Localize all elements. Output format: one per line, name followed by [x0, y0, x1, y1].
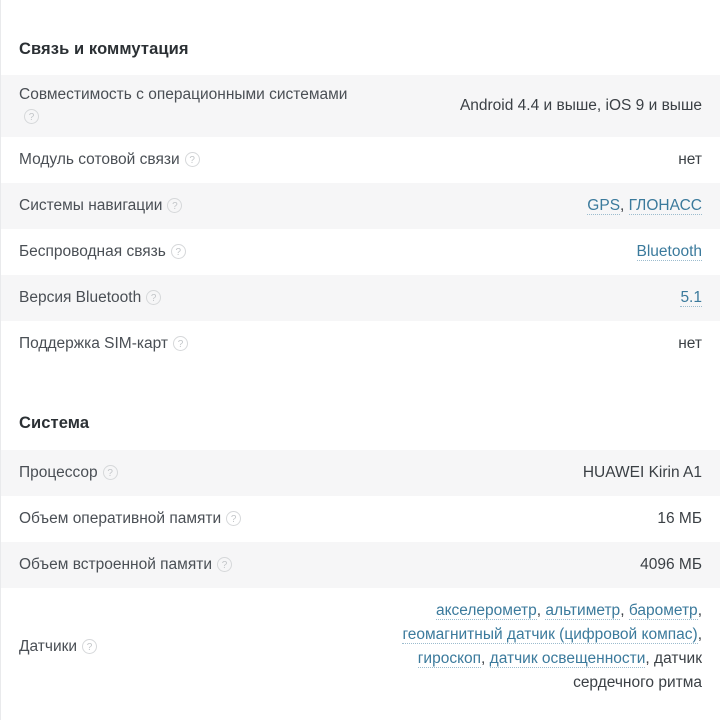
- spec-value: Bluetooth: [200, 241, 702, 263]
- help-icon[interactable]: ?: [184, 151, 200, 167]
- value-separator: ,: [697, 601, 702, 619]
- table-row: Версия Bluetooth? 5.1: [1, 274, 720, 321]
- section-gap: [1, 366, 720, 411]
- value-link[interactable]: 5.1: [680, 288, 702, 307]
- spec-value: нет: [678, 150, 702, 168]
- help-icon[interactable]: ?: [167, 197, 183, 213]
- spec-label: Процессор?: [19, 462, 118, 484]
- value-link[interactable]: Bluetooth: [636, 242, 702, 261]
- value-link[interactable]: гироскоп: [417, 650, 482, 668]
- help-icon[interactable]: ?: [146, 289, 162, 305]
- spec-value: 5.1: [175, 287, 702, 309]
- help-icon[interactable]: ?: [82, 639, 98, 654]
- spec-value: 4096 МБ: [640, 556, 702, 573]
- value-link[interactable]: геомагнитный датчик (цифровой компас): [402, 625, 698, 644]
- spec-label: Беспроводная связь?: [19, 241, 186, 263]
- table-row: Объем оперативной памяти? 16 МБ: [1, 496, 720, 542]
- spec-label: Поддержка SIM-карт?: [19, 333, 189, 355]
- spec-label: Объем оперативной памяти?: [19, 508, 242, 530]
- value-separator: ,: [697, 625, 702, 643]
- spec-label-text: Процессор: [19, 464, 98, 481]
- table-row: Совместимость с операционными системами?…: [1, 74, 720, 137]
- help-icon[interactable]: ?: [24, 108, 39, 124]
- value-separator: ,: [481, 650, 490, 667]
- value-separator: ,: [620, 601, 629, 619]
- spec-label: Модуль сотовой связи?: [19, 149, 200, 171]
- spec-value: нет: [678, 334, 702, 352]
- table-row: Поддержка SIM-карт? нет: [1, 320, 720, 367]
- spec-label-text: Датчики: [19, 638, 78, 655]
- spec-label-text: Беспроводная связь: [19, 242, 166, 260]
- spec-label: Объем встроенной памяти?: [19, 554, 232, 576]
- spec-value: Android 4.4 и выше, iOS 9 и выше: [459, 96, 702, 114]
- value-separator: ,: [645, 650, 655, 667]
- table-row: Модуль сотовой связи? нет: [1, 136, 720, 183]
- table-row: Беспроводная связь? Bluetooth: [1, 228, 720, 275]
- value-link[interactable]: GPS: [587, 196, 621, 215]
- spec-table-page: Связь и коммутация Совместимость с опера…: [0, 0, 720, 720]
- spec-label: Системы навигации?: [19, 195, 183, 217]
- help-icon[interactable]: ?: [226, 511, 242, 526]
- value-link[interactable]: альтиметр: [545, 601, 621, 620]
- spec-value: GPS, ГЛОНАСС: [196, 195, 702, 217]
- spec-value-sensors: акселерометр, альтиметр, барометр, геома…: [382, 599, 702, 695]
- spec-label-text: Совместимость с операционными системами: [19, 85, 348, 103]
- spec-label-text: Объем оперативной памяти: [19, 510, 222, 527]
- spec-label-text: Системы навигации: [19, 196, 163, 214]
- section-title-system: Система: [19, 413, 90, 432]
- table-row: Датчики? акселерометр, альтиметр, бароме…: [1, 588, 720, 706]
- spec-value: 16 МБ: [657, 510, 702, 527]
- value-link[interactable]: акселерометр: [435, 601, 537, 620]
- spec-label: Датчики?: [19, 636, 98, 658]
- value-link[interactable]: барометр: [628, 601, 698, 620]
- help-icon[interactable]: ?: [173, 335, 189, 351]
- spec-label: Версия Bluetooth?: [19, 287, 162, 309]
- value-separator: ,: [620, 196, 629, 214]
- table-row: Процессор? HUAWEI Kirin A1: [1, 450, 720, 496]
- value-link[interactable]: датчик освещенности: [489, 650, 646, 668]
- spec-label-text: Поддержка SIM-карт: [19, 334, 169, 352]
- spec-label-text: Объем встроенной памяти: [19, 556, 212, 573]
- spec-label-text: Модуль сотовой связи: [19, 150, 180, 168]
- value-link[interactable]: ГЛОНАСС: [628, 196, 702, 215]
- table-row: Системы навигации? GPS, ГЛОНАСС: [1, 182, 720, 229]
- section-system: Система Процессор? HUAWEI Kirin A1 Объем…: [1, 410, 720, 706]
- section-connectivity: Связь и коммутация Совместимость с опера…: [1, 0, 720, 367]
- spec-value: HUAWEI Kirin A1: [582, 464, 702, 481]
- table-row: Объем встроенной памяти? 4096 МБ: [1, 542, 720, 588]
- help-icon[interactable]: ?: [217, 557, 232, 572]
- spec-label: Совместимость с операционными системами?: [19, 84, 349, 128]
- spec-label-text: Версия Bluetooth: [19, 288, 142, 306]
- help-icon[interactable]: ?: [170, 243, 186, 259]
- help-icon[interactable]: ?: [102, 465, 118, 480]
- section-title-connectivity: Связь и коммутация: [19, 40, 189, 58]
